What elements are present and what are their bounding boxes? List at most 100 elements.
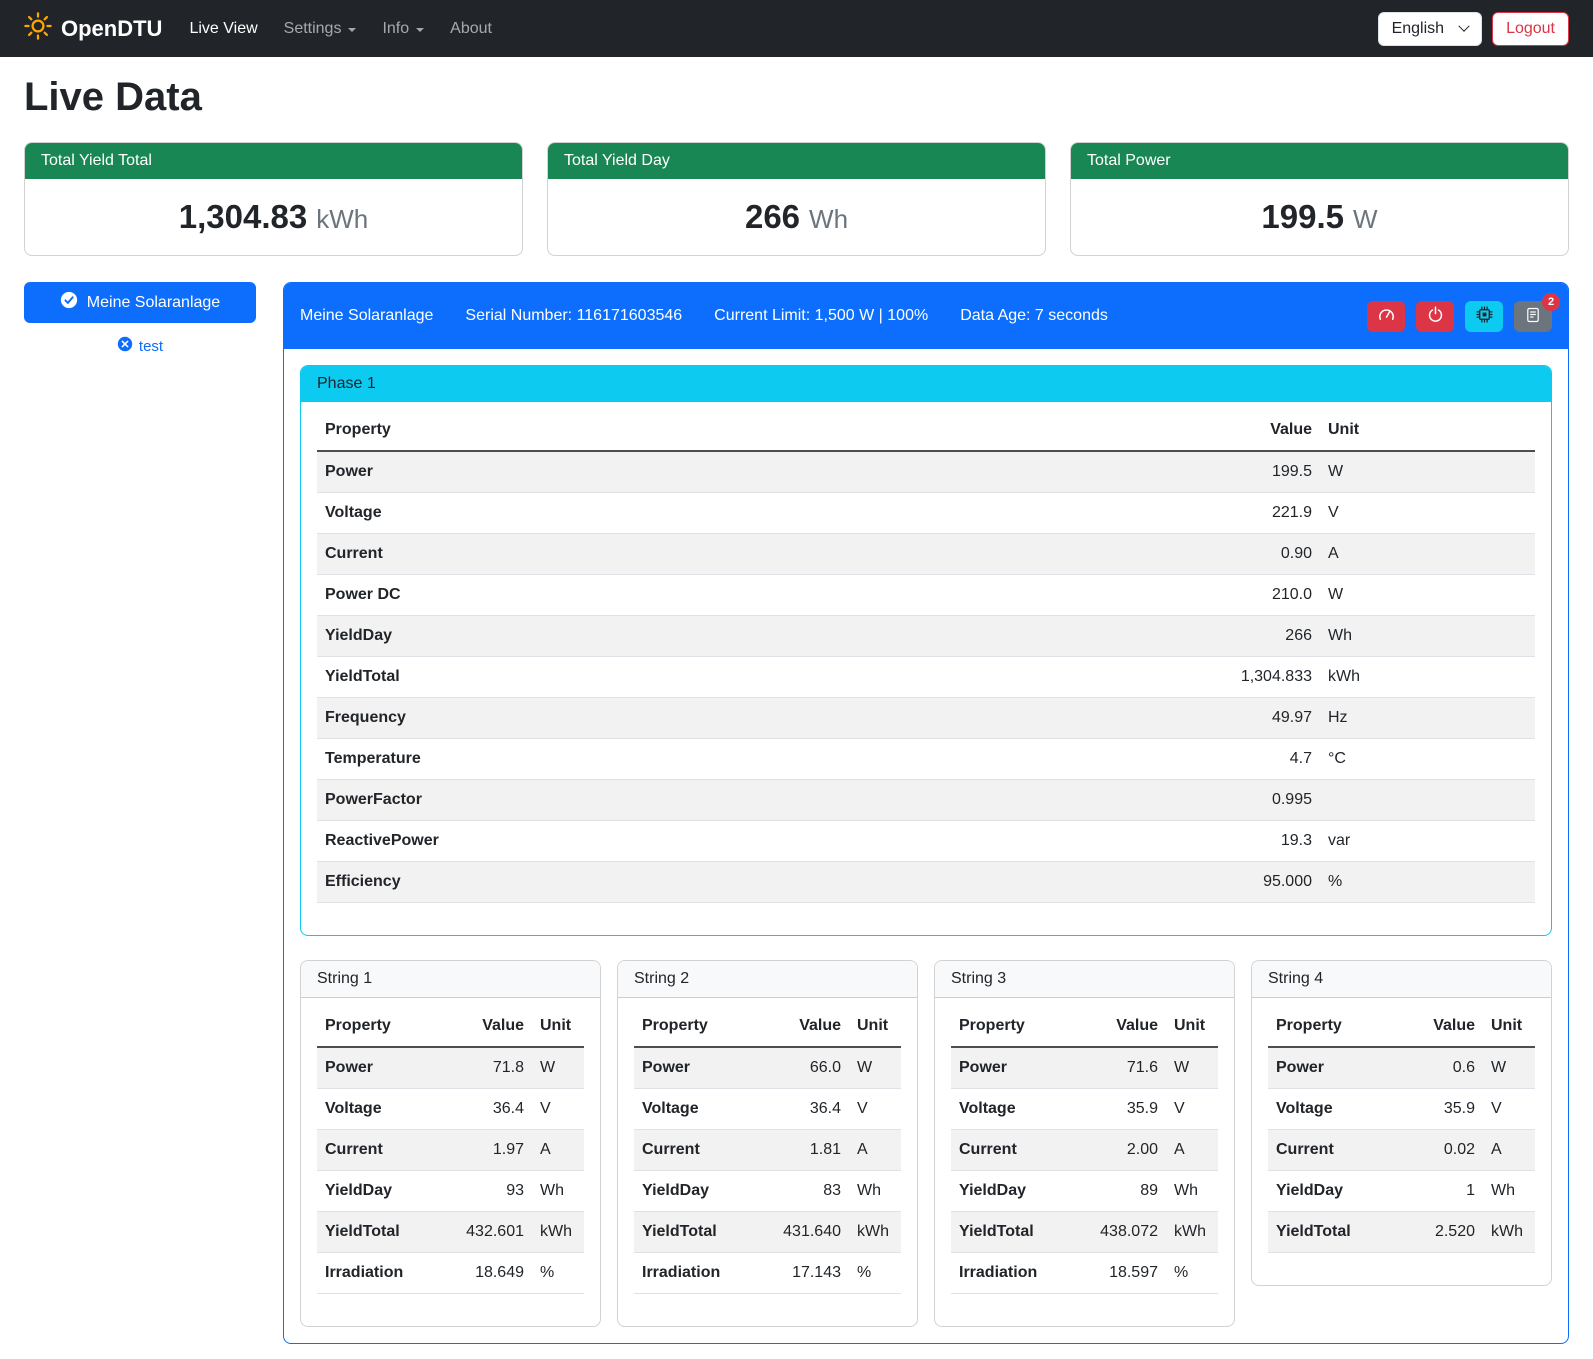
string-card-3: String 3 Property Value Unit	[934, 960, 1235, 1327]
content-row: Meine Solaranlage test Meine Solaranlage…	[24, 282, 1569, 1344]
nav-info[interactable]: Info	[369, 12, 437, 46]
table-row: YieldTotal432.601kWh	[317, 1212, 584, 1253]
table-row: YieldDay83Wh	[634, 1171, 901, 1212]
sun-icon	[24, 12, 52, 46]
string-table: Property Value Unit Power66.0WVoltage36.…	[634, 1006, 901, 1294]
nav-about[interactable]: About	[437, 12, 505, 46]
val-cell: 19.3	[1160, 821, 1320, 862]
unit-cell: W	[1320, 451, 1535, 493]
val-cell: 1	[1397, 1171, 1483, 1212]
summary-card-title: Total Yield Day	[548, 143, 1045, 179]
table-row: Current0.02A	[1268, 1130, 1535, 1171]
unit-cell	[1320, 780, 1535, 821]
prop-cell: Power	[1268, 1047, 1397, 1089]
unit-cell: Wh	[532, 1171, 584, 1212]
device-info-button[interactable]	[1465, 301, 1503, 332]
table-row: Power199.5W	[317, 451, 1535, 493]
unit-cell: V	[1483, 1089, 1535, 1130]
table-row: YieldTotal431.640kWh	[634, 1212, 901, 1253]
unit-cell: °C	[1320, 739, 1535, 780]
sidebar-item-test[interactable]: test	[117, 336, 163, 356]
data-age: Data Age: 7 seconds	[960, 307, 1108, 325]
table-row: Voltage35.9V	[951, 1089, 1218, 1130]
string-card-body: Property Value Unit Power71.8WVoltage36.…	[301, 998, 600, 1326]
summary-card-body: 199.5W	[1071, 179, 1568, 255]
prop-cell: Current	[317, 534, 1160, 575]
brand[interactable]: OpenDTU	[24, 12, 162, 46]
string-card-2: String 2 Property Value Unit	[617, 960, 918, 1327]
serial-number: Serial Number: 116171603546	[465, 307, 682, 325]
table-row: YieldDay266Wh	[317, 616, 1535, 657]
prop-cell: Temperature	[317, 739, 1160, 780]
val-cell: 2.520	[1397, 1212, 1483, 1253]
table-row: Efficiency95.000%	[317, 862, 1535, 903]
column-header-value: Value	[1397, 1006, 1483, 1047]
val-cell: 199.5	[1160, 451, 1320, 493]
column-header-unit: Unit	[1483, 1006, 1535, 1047]
column-header-property: Property	[1268, 1006, 1397, 1047]
unit-cell: var	[1320, 821, 1535, 862]
column-header-unit: Unit	[849, 1006, 901, 1047]
val-cell: 83	[763, 1171, 849, 1212]
current-limit: Current Limit: 1,500 W | 100%	[714, 307, 928, 325]
val-cell: 0.995	[1160, 780, 1320, 821]
table-header-row: Property Value Unit	[317, 410, 1535, 451]
string-table: Property Value Unit Power71.6WVoltage35.…	[951, 1006, 1218, 1294]
prop-cell: Current	[951, 1130, 1080, 1171]
phase-card-body: Property Value Unit Power199.5WVoltage22…	[301, 402, 1551, 935]
prop-cell: Power	[634, 1047, 763, 1089]
unit-cell: Wh	[849, 1171, 901, 1212]
nav-links: Live View Settings Info About	[176, 12, 505, 46]
val-cell: 1,304.833	[1160, 657, 1320, 698]
val-cell: 432.601	[446, 1212, 532, 1253]
nav-settings[interactable]: Settings	[271, 12, 370, 46]
journal-icon	[1525, 307, 1541, 326]
limit-settings-button[interactable]	[1367, 301, 1405, 332]
string-card-title: String 1	[301, 961, 600, 998]
unit-cell: Wh	[1320, 616, 1535, 657]
power-toggle-button[interactable]	[1416, 301, 1454, 332]
language-select[interactable]: English	[1378, 12, 1482, 46]
summary-card-total-yield-day: Total Yield Day 266Wh	[547, 142, 1046, 256]
string-card-title: String 2	[618, 961, 917, 998]
unit-cell: kWh	[532, 1212, 584, 1253]
navbar: OpenDTU Live View Settings Info About En…	[0, 0, 1593, 57]
chevron-down-icon	[416, 28, 424, 32]
prop-cell: Current	[634, 1130, 763, 1171]
column-header-unit: Unit	[532, 1006, 584, 1047]
table-row: Voltage36.4V	[634, 1089, 901, 1130]
val-cell: 2.00	[1080, 1130, 1166, 1171]
sidebar-item-label: test	[139, 338, 163, 355]
chevron-down-icon	[348, 28, 356, 32]
unit-cell: Hz	[1320, 698, 1535, 739]
event-log-button[interactable]: 2	[1514, 301, 1552, 332]
prop-cell: Power	[317, 451, 1160, 493]
val-cell: 0.6	[1397, 1047, 1483, 1089]
column-header-value: Value	[446, 1006, 532, 1047]
val-cell: 266	[1160, 616, 1320, 657]
prop-cell: YieldDay	[317, 1171, 446, 1212]
column-header-property: Property	[951, 1006, 1080, 1047]
summary-unit: Wh	[809, 204, 848, 234]
prop-cell: Irradiation	[634, 1253, 763, 1294]
unit-cell: V	[1166, 1089, 1218, 1130]
sidebar-item-meine-solaranlage[interactable]: Meine Solaranlage	[24, 282, 256, 323]
table-row: YieldDay89Wh	[951, 1171, 1218, 1212]
page-title: Live Data	[24, 75, 1569, 120]
table-row: Irradiation18.649%	[317, 1253, 584, 1294]
table-row: YieldTotal1,304.833kWh	[317, 657, 1535, 698]
table-row: Irradiation18.597%	[951, 1253, 1218, 1294]
val-cell: 0.02	[1397, 1130, 1483, 1171]
string-card-body: Property Value Unit Power71.6WVoltage35.…	[935, 998, 1234, 1326]
table-row: Temperature4.7°C	[317, 739, 1535, 780]
table-row: Power DC210.0W	[317, 575, 1535, 616]
nav-live-view[interactable]: Live View	[176, 12, 270, 46]
table-row: Power66.0W	[634, 1047, 901, 1089]
logout-button[interactable]: Logout	[1492, 12, 1569, 46]
val-cell: 71.6	[1080, 1047, 1166, 1089]
prop-cell: ReactivePower	[317, 821, 1160, 862]
unit-cell: kWh	[1166, 1212, 1218, 1253]
unit-cell: W	[849, 1047, 901, 1089]
strings-row: String 1 Property Value Unit	[300, 960, 1552, 1327]
table-row: PowerFactor0.995	[317, 780, 1535, 821]
